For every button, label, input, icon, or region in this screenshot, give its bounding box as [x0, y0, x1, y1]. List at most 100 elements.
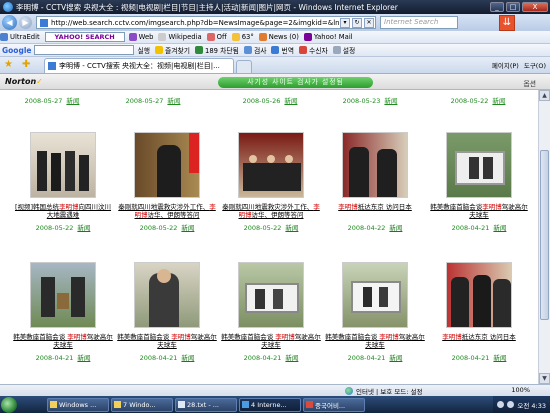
taskbar-item[interactable]: 7 Windo... — [111, 397, 173, 412]
image-result[interactable]: 韩美敷座首脑会谈 李明博驾驶高尔夫球车 2008-04-21 新闻 — [221, 262, 321, 362]
result-caption[interactable]: 韩美敷座首脑会谈 李明博驾驶高尔夫球车 — [117, 333, 217, 349]
forward-button[interactable]: ▶ — [19, 16, 32, 29]
folder-icon — [114, 401, 121, 408]
send-icon — [298, 46, 307, 54]
address-url[interactable]: http://web.search.cctv.com/imgsearch.php… — [51, 19, 339, 27]
close-button[interactable]: X — [522, 2, 548, 12]
title-bar: 李明博 - CCTV搜索 央视大全 : 视频|电视剧|栏目|节目|主持人|活动|… — [0, 0, 550, 14]
toolbar-item-yahoo-mail[interactable]: Yahoo! Mail — [303, 33, 353, 41]
toolbar-item-check[interactable]: 검사 — [243, 45, 266, 55]
stop-icon[interactable]: ✕ — [364, 17, 374, 28]
result-thumbnail[interactable] — [446, 262, 512, 328]
start-button[interactable] — [1, 396, 17, 413]
result-thumbnail[interactable] — [342, 132, 408, 198]
toolbar-item-run[interactable]: 실행 — [138, 45, 151, 55]
top-row-item: 2008-05-27 新闻 — [24, 97, 80, 105]
download-icon[interactable]: ⇊ — [499, 15, 515, 31]
tab-page-icon — [48, 62, 56, 70]
maximize-button[interactable]: □ — [506, 2, 520, 12]
toolbar-item-ultraedit[interactable]: UltraEdit — [0, 33, 40, 41]
folder-icon — [50, 401, 57, 408]
refresh-icon[interactable]: ↻ — [352, 17, 362, 28]
taskbar-item[interactable]: 4 Interne... — [239, 397, 301, 412]
norton-status[interactable]: 사기성 사이트 검사가 설정됨 — [218, 77, 373, 88]
image-result[interactable]: 韩美敷座首脑会谈 李明博驾驶高尔夫球车 2008-04-21 新闻 — [117, 262, 217, 362]
scroll-down-icon[interactable]: ▼ — [539, 373, 550, 384]
toolbar-item-bookmarks[interactable]: 즐겨찾기 — [155, 45, 190, 55]
toolbar-item-settings[interactable]: 설정 — [332, 45, 355, 55]
taskbar-item[interactable]: 28.txt - ... — [175, 397, 237, 412]
window-title: 李明博 - CCTV搜索 央视大全 : 视频|电视剧|栏目|节目|主持人|活动|… — [16, 2, 398, 12]
top-row-item: 2008-05-26 新闻 — [242, 97, 298, 105]
toolbar-item-news[interactable]: News (0) — [258, 33, 299, 41]
vertical-scrollbar[interactable]: ▲ ▼ — [538, 90, 550, 384]
toolbar-item-weather[interactable]: 63° — [231, 33, 254, 41]
favorites-star-icon[interactable]: ★ — [4, 59, 16, 71]
result-thumbnail[interactable] — [30, 132, 96, 198]
taskbar: Windows ... 7 Windo... 28.txt - ... 4 In… — [0, 396, 550, 413]
result-meta: 2008-04-21 新闻 — [347, 354, 403, 362]
check-icon — [243, 46, 252, 54]
image-result[interactable]: 韩美敷座首脑会谈 李明博驾驶高尔夫球车 2008-04-21 新闻 — [325, 262, 425, 362]
system-tray: 오전 4:33 — [493, 396, 550, 413]
scroll-up-icon[interactable]: ▲ — [539, 90, 550, 101]
toolbar-item-popup-blocked[interactable]: 189 차단됨 — [195, 45, 239, 55]
result-thumbnail[interactable] — [342, 262, 408, 328]
result-caption[interactable]: 秦刚就四川地震救灾涉外工作、李明博访华、伊朗等答问 — [117, 203, 217, 219]
toolbar-item-wikipedia[interactable]: Wikipedia — [158, 33, 202, 41]
result-meta: 2008-05-22 新闻 — [35, 224, 91, 232]
toolbar-item-web[interactable]: Web — [128, 33, 153, 41]
toolbar-item-off[interactable]: Off — [206, 33, 227, 41]
tab-active[interactable]: 李明博 - CCTV搜索 央视大全：视频|电视剧|栏目|... — [44, 58, 234, 73]
result-thumbnail[interactable] — [134, 262, 200, 328]
result-meta: 2008-04-21 新闻 — [451, 354, 507, 362]
yahoo-search-box[interactable]: YAHOO! SEARCH — [44, 32, 125, 42]
add-favorites-icon[interactable]: ✚ — [22, 59, 34, 71]
result-thumbnail[interactable] — [134, 132, 200, 198]
norton-options[interactable]: 옵션 — [523, 78, 536, 88]
security-zone[interactable]: 인터넷 | 보호 모드: 설정 — [345, 386, 422, 396]
result-thumbnail[interactable] — [238, 262, 304, 328]
result-caption[interactable]: 韩美敷座首脑会谈 李明博驾驶高尔夫球车 — [325, 333, 425, 349]
taskbar-item[interactable]: Windows ... — [47, 397, 109, 412]
image-result[interactable]: 李明博抵达东京 访问日本 2008-04-22 新闻 — [325, 132, 425, 232]
result-caption[interactable]: 韩美敷座首脑会谈 李明博驾驶高尔夫球车 — [221, 333, 321, 349]
image-result[interactable]: 秦刚就四川地震救灾涉外工作、李明博访华、伊朗等答问 2008-05-22 新闻 — [117, 132, 217, 232]
tools-menu[interactable]: 도구(O) — [524, 60, 546, 70]
result-caption[interactable]: 韩美敷座首脑会谈李明博驾驶高尔夫球车 — [429, 203, 529, 219]
google-search-input[interactable] — [33, 45, 134, 55]
result-thumbnail[interactable] — [446, 132, 512, 198]
result-caption[interactable]: 李明博抵达东京 访问日本 — [429, 333, 529, 349]
new-tab-button[interactable] — [236, 60, 252, 73]
tray-icon[interactable] — [497, 401, 505, 408]
image-result[interactable]: [视频]韩国总统李明博向四川汶川大地震遇难 2008-05-22 新闻 — [13, 132, 113, 232]
result-thumbnail[interactable] — [238, 132, 304, 198]
image-result[interactable]: 秦刚就四川地震救灾涉外工作、李明博访华、伊朗等答问 2008-05-22 新闻 — [221, 132, 321, 232]
google-logo: Google — [2, 45, 32, 55]
result-caption[interactable]: 秦刚就四川地震救灾涉外工作、李明博访华、伊朗等答问 — [221, 203, 321, 219]
minimize-button[interactable]: _ — [490, 2, 504, 12]
image-result[interactable]: 韩美敷座首脑会谈 李明博驾驶高尔夫球车 2008-04-21 新闻 — [13, 262, 113, 362]
result-meta: 2008-04-21 新闻 — [139, 354, 195, 362]
zoom-level[interactable]: 100% — [511, 386, 530, 394]
scrollbar-thumb[interactable] — [540, 150, 549, 320]
image-result[interactable]: 李明博抵达东京 访问日本 2008-04-21 新闻 — [429, 262, 529, 362]
toolbar-item-send-to[interactable]: 수신자 — [298, 45, 328, 55]
top-row-item: 2008-05-22 新闻 — [450, 97, 506, 105]
image-result[interactable]: 韩美敷座首脑会谈李明博驾驶高尔夫球车 2008-04-21 新闻 — [429, 132, 529, 232]
taskbar-buttons: Windows ... 7 Windo... 28.txt - ... 4 In… — [47, 397, 367, 412]
taskbar-item[interactable]: 중국어비... — [303, 397, 365, 412]
result-caption[interactable]: [视频]韩国总统李明博向四川汶川大地震遇难 — [13, 203, 113, 219]
result-thumbnail[interactable] — [30, 262, 96, 328]
toolbar-item-translate[interactable]: 번역 — [271, 45, 294, 55]
result-meta: 2008-04-21 新闻 — [243, 354, 299, 362]
result-caption[interactable]: 韩美敷座首脑会谈 李明博驾驶高尔夫球车 — [13, 333, 113, 349]
page-menu[interactable]: 페이지(P) — [492, 60, 519, 70]
tray-icon[interactable] — [507, 401, 515, 408]
search-input[interactable]: Internet Search — [380, 16, 458, 29]
address-bar[interactable]: http://web.search.cctv.com/imgsearch.php… — [36, 16, 376, 29]
clock[interactable]: 오전 4:33 — [517, 400, 546, 410]
result-caption[interactable]: 李明博抵达东京 访问日本 — [325, 203, 425, 219]
back-button[interactable]: ◀ — [2, 15, 17, 30]
dropdown-icon[interactable]: ▾ — [340, 17, 350, 28]
